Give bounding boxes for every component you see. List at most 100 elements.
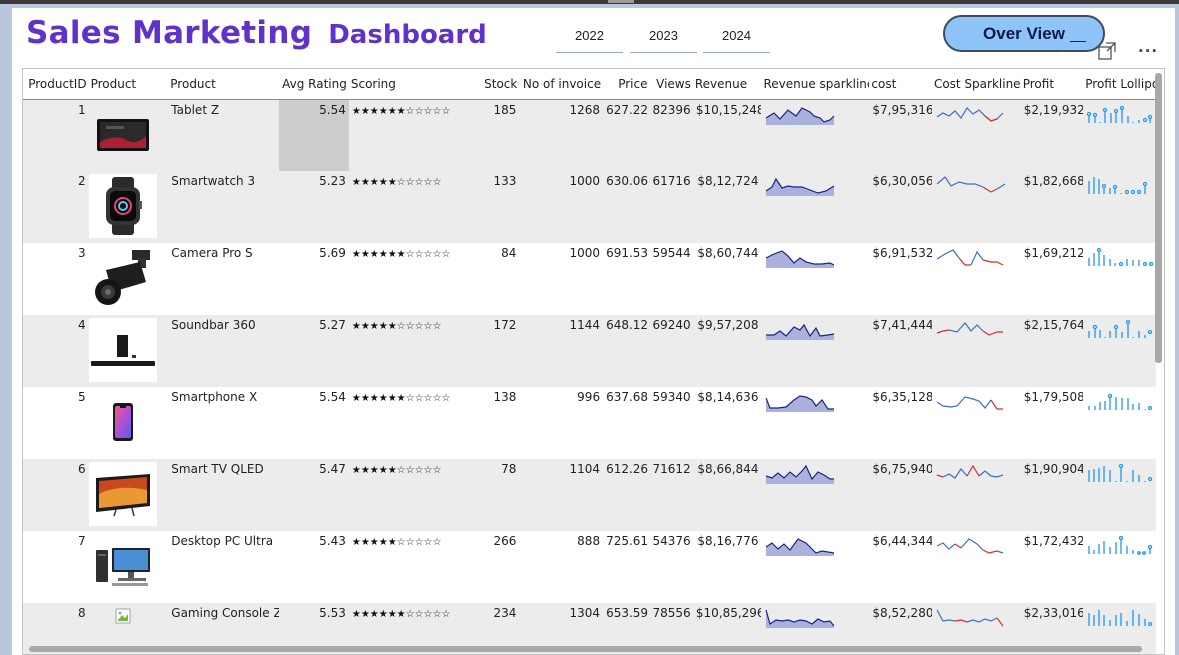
cell-product-name: Smartphone X [171,390,258,404]
star-rating: ★★★★★★☆☆☆☆☆ [351,609,451,620]
cell-invoices: 888 [577,534,601,548]
year-slicer-2024[interactable]: 2024 [703,28,770,53]
col-header-product-name[interactable]: Product [168,69,280,100]
col-header-scoring[interactable]: Scoring [348,69,477,100]
col-header-cost-sparkline[interactable]: Cost Sparkline [931,69,1021,100]
cell-cost: $7,95,316 [872,102,932,117]
product-table-grid: ProductID Product Product Avg Rating Sco… [23,69,1156,654]
cell-stock: 138 [493,390,517,404]
col-header-stock[interactable]: Stock [476,69,520,100]
cell-revenue: $9,57,208 [697,318,759,332]
revenue-sparkline [765,395,835,412]
profit-lollipop [1088,177,1148,195]
cell-views: 59340 [652,390,691,404]
revenue-sparkline [765,609,835,628]
table-row[interactable]: 4 Soundbar 360 5.27 ★★★★★☆☆☆☆☆ 172 1144 … [23,315,1156,387]
cell-views: 82396 [652,102,691,117]
cell-product-name: Desktop PC Ultra [171,534,274,548]
title-dashboard: Dashboard [328,20,487,50]
cell-productid: 5 [77,390,86,404]
col-header-price[interactable]: Price [603,69,650,100]
profit-lollipop [1088,247,1154,267]
cell-price: 691.53 [606,246,649,260]
col-header-views[interactable]: Views [649,69,693,100]
col-header-avg-rating[interactable]: Avg Rating [279,69,349,100]
tablet-image [88,102,157,167]
cell-product-image [88,315,169,387]
smart-tv-image [88,462,157,526]
cell-avg-rating: 5.27 [319,318,346,332]
cell-profit: $2,15,764 [1023,318,1084,332]
revenue-sparkline [766,250,835,268]
cost-sparkline [936,538,1004,554]
table-row[interactable]: 1 Tablet Z 5.54 ★★★★★★☆☆☆☆☆ 185 1268 627… [23,99,1156,171]
minimize-icon[interactable]: – [1061,46,1066,57]
profit-lollipop [1088,319,1153,338]
cell-cost-sparkline [932,531,1021,603]
year-slicer-2023[interactable]: 2023 [630,28,697,53]
vertical-scrollbar[interactable] [1155,73,1162,363]
cell-revenue: $8,16,776 [697,534,759,548]
cell-avg-rating: 5.54 [279,99,349,171]
cell-revenue: $8,60,744 [697,246,759,260]
smartwatch-image [88,174,157,238]
table-row[interactable]: 5 Smartphone X 5.54 ★★★★★★☆☆☆☆☆ 138 996 … [23,387,1156,459]
cell-cost-sparkline [932,315,1021,387]
cell-profit: $1,72,432 [1023,534,1084,548]
cell-views: 54376 [652,534,691,548]
cell-invoices: 1104 [569,462,601,476]
profit-lollipop [1088,393,1153,411]
cell-product-image [88,531,169,603]
cell-revenue: $8,14,636 [697,390,759,404]
cell-product-image [88,99,169,171]
cell-scoring: ★★★★★☆☆☆☆☆ [349,315,477,387]
cell-cost-sparkline [932,99,1021,171]
cell-revenue-sparkline [761,99,869,171]
cell-invoices: 1000 [569,246,601,260]
dashboard-canvas: Sales Marketing Dashboard 2022 2023 2024 … [12,8,1175,655]
col-header-profit-lollipop[interactable]: Profit Lollipo [1083,69,1156,100]
cell-cost-sparkline [932,171,1021,243]
overview-button[interactable]: Over View [943,15,1105,52]
horizontal-scrollbar[interactable] [29,646,1142,652]
table-row[interactable]: 2 Smartwatch 3 5.23 ★★★★★☆☆☆☆☆ 133 1000 … [23,171,1156,243]
cell-stock: 84 [501,246,517,260]
col-header-revenue-sparkline[interactable]: Revenue sparkline [761,69,870,100]
col-header-invoices[interactable]: No of invoice [519,69,604,100]
revenue-sparkline [766,464,835,484]
col-header-cost[interactable]: cost [869,69,932,100]
cell-productid: 6 [77,462,86,476]
cell-cost: $6,35,128 [872,390,932,404]
cost-sparkline [936,322,1003,336]
focus-mode-icon[interactable] [1097,41,1117,61]
table-header-row: ProductID Product Product Avg Rating Sco… [23,69,1156,100]
col-header-revenue[interactable]: Revenue [692,69,762,100]
cell-profit: $1,82,668 [1023,174,1084,188]
col-header-product-image[interactable]: Product [88,69,169,100]
table-row[interactable]: 3 Camera Pro S 5.69 ★★★★★★☆☆☆☆☆ 84 1000 … [23,243,1156,315]
cost-sparkline [936,176,1006,193]
window-grip[interactable] [608,0,634,3]
year-slicer-2022[interactable]: 2022 [556,28,623,53]
cell-cost: $7,41,444 [872,318,932,332]
more-options-icon[interactable]: ... [1138,38,1158,56]
revenue-sparkline [766,323,835,340]
cell-stock: 185 [493,102,517,117]
cost-sparkline [936,464,1004,479]
star-rating: ★★★★★☆☆☆☆☆ [351,537,442,548]
col-header-productid[interactable]: ProductID [23,69,89,100]
profit-lollipop [1088,610,1153,627]
table-row[interactable]: 7 Desktop PC Ultra 5.43 ★★★★★☆☆☆☆☆ 266 8… [23,531,1156,603]
col-header-profit[interactable]: Profit [1020,69,1084,100]
cost-sparkline [936,609,1004,627]
cell-avg-rating: 5.47 [319,462,346,476]
title-sales-marketing: Sales Marketing [26,15,313,51]
cell-profit-lollipop [1083,531,1156,603]
table-row[interactable]: 6 Smart TV QLED 5.47 ★★★★★☆☆☆☆☆ 78 1104 … [23,459,1156,531]
cell-profit: $1,79,508 [1023,390,1084,404]
camera-image [88,246,157,310]
cell-profit-lollipop [1083,315,1156,387]
cell-invoices: 1144 [569,318,601,332]
cell-revenue-sparkline [761,387,869,459]
cell-profit-lollipop [1083,459,1156,531]
